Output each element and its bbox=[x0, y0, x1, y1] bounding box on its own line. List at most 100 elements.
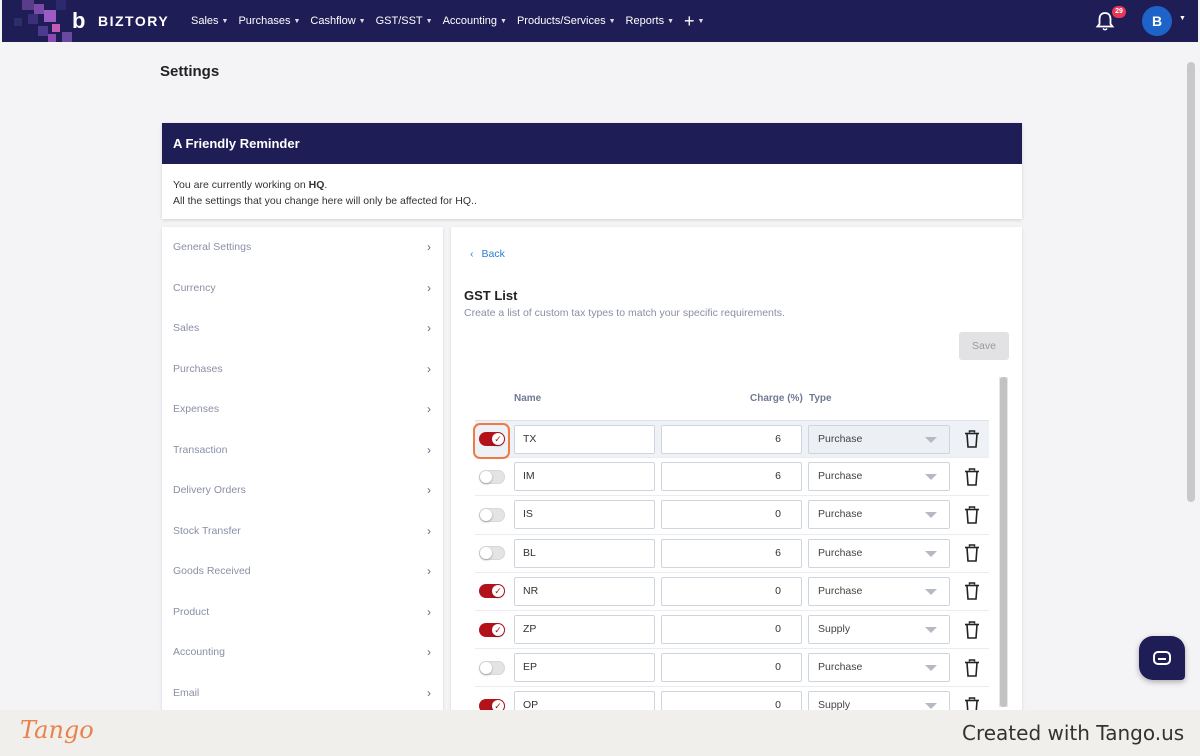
enabled-toggle[interactable] bbox=[479, 469, 505, 484]
dropdown-arrow-icon bbox=[925, 703, 937, 710]
sidebar-item-label: Stock Transfer bbox=[173, 524, 241, 537]
sidebar-item-product[interactable]: Product › bbox=[162, 592, 443, 633]
sidebar-item-general-settings[interactable]: General Settings › bbox=[162, 227, 443, 268]
nav-item-cashflow[interactable]: Cashflow ▼ bbox=[310, 15, 365, 27]
charge-input[interactable]: 6 bbox=[661, 424, 802, 454]
trash-icon[interactable] bbox=[964, 658, 980, 677]
sidebar-item-sales[interactable]: Sales › bbox=[162, 308, 443, 349]
sidebar-item-label: Expenses bbox=[173, 403, 220, 416]
tax-name-input[interactable]: TX bbox=[514, 424, 655, 454]
type-select[interactable]: Purchase bbox=[808, 653, 950, 683]
sidebar-item-transaction[interactable]: Transaction › bbox=[162, 430, 443, 471]
nav-item-gst-sst[interactable]: GST/SST ▼ bbox=[376, 15, 433, 27]
reminder-line-2: All the settings that you change here wi… bbox=[173, 195, 477, 207]
sidebar-item-stock-transfer[interactable]: Stock Transfer › bbox=[162, 511, 443, 552]
chevron-right-icon: › bbox=[427, 685, 431, 700]
enabled-toggle[interactable] bbox=[479, 660, 505, 675]
nav-label: Accounting bbox=[442, 15, 498, 27]
chat-icon bbox=[1153, 651, 1171, 665]
type-select-value: Supply bbox=[818, 623, 851, 636]
nav-item-reports[interactable]: Reports ▼ bbox=[626, 15, 674, 27]
enabled-toggle[interactable] bbox=[479, 546, 505, 561]
trash-icon[interactable] bbox=[964, 506, 980, 524]
sidebar-item-label: Goods Received bbox=[173, 565, 251, 578]
tango-logo: Tango bbox=[20, 716, 94, 744]
sidebar-item-email[interactable]: Email › bbox=[162, 673, 443, 714]
sidebar-item-accounting[interactable]: Accounting › bbox=[162, 632, 443, 673]
enabled-toggle[interactable]: ✓ bbox=[479, 622, 505, 637]
reminder-body: You are currently working on HQ. All the… bbox=[162, 164, 1022, 222]
nav-item-sales[interactable]: Sales ▼ bbox=[191, 15, 228, 27]
section-title: GST List bbox=[464, 288, 518, 303]
charge-input[interactable]: 0 bbox=[661, 576, 802, 606]
type-select-value: Purchase bbox=[818, 546, 863, 559]
brand-name: BIZTORY bbox=[98, 13, 170, 29]
chevron-right-icon: › bbox=[427, 240, 431, 255]
sidebar-item-label: Accounting bbox=[173, 646, 225, 659]
charge-input[interactable]: 0 bbox=[661, 653, 802, 683]
nav-item-accounting[interactable]: Accounting ▼ bbox=[443, 15, 507, 27]
dropdown-arrow-icon bbox=[925, 512, 937, 519]
chat-button[interactable] bbox=[1139, 636, 1185, 680]
quick-add-button[interactable]: + ▼ bbox=[684, 12, 704, 30]
trash-icon[interactable] bbox=[964, 582, 980, 601]
trash-icon[interactable] bbox=[964, 430, 980, 448]
top-navbar: b BIZTORY Sales ▼ Purchases ▼ Cashflow ▼ GS… bbox=[2, 0, 1198, 42]
back-link[interactable]: ‹ Back bbox=[470, 248, 505, 260]
created-with-text: Created with Tango.us bbox=[962, 721, 1185, 745]
sidebar-item-label: Currency bbox=[173, 281, 216, 294]
nav-label: GST/SST bbox=[375, 15, 423, 27]
type-select-value: Purchase bbox=[818, 508, 863, 521]
sidebar-item-expenses[interactable]: Expenses › bbox=[162, 389, 443, 430]
tax-name-input[interactable]: BL bbox=[514, 538, 655, 568]
nav-label: Reports bbox=[625, 15, 665, 27]
type-select-value: Purchase bbox=[818, 584, 863, 597]
nav-item-purchases[interactable]: Purchases ▼ bbox=[238, 15, 300, 27]
nav-item-products-services[interactable]: Products/Services ▼ bbox=[517, 15, 616, 27]
type-select[interactable]: Purchase bbox=[808, 462, 950, 492]
toggle-knob bbox=[480, 661, 492, 674]
tax-name-input[interactable]: EP bbox=[514, 653, 655, 683]
charge-input[interactable]: 6 bbox=[661, 538, 802, 568]
type-select[interactable]: Purchase bbox=[808, 576, 950, 606]
table-row: BL 6 Purchase bbox=[475, 535, 989, 573]
table-row: IS 0 Purchase bbox=[475, 496, 989, 535]
sidebar-item-delivery-orders[interactable]: Delivery Orders › bbox=[162, 470, 443, 511]
tax-name-input[interactable]: IM bbox=[514, 462, 655, 492]
chevron-right-icon: › bbox=[427, 402, 431, 417]
chevron-right-icon: › bbox=[427, 483, 431, 498]
type-select[interactable]: Purchase bbox=[808, 500, 950, 530]
click-highlight bbox=[473, 423, 510, 459]
tax-name-input[interactable]: NR bbox=[514, 576, 655, 606]
type-select-value: Purchase bbox=[818, 470, 863, 483]
tax-name-input[interactable]: ZP bbox=[514, 615, 655, 645]
enabled-toggle[interactable] bbox=[479, 507, 505, 522]
charge-input[interactable]: 0 bbox=[661, 615, 802, 645]
charge-input[interactable]: 0 bbox=[661, 500, 802, 530]
page-scrollbar[interactable] bbox=[1187, 62, 1195, 502]
trash-icon[interactable] bbox=[964, 544, 980, 562]
reminder-card: A Friendly Reminder You are currently wo… bbox=[162, 123, 1022, 219]
column-header-type: Type bbox=[809, 393, 832, 404]
chevron-right-icon: › bbox=[427, 321, 431, 336]
table-scrollbar-thumb[interactable] bbox=[1000, 377, 1007, 707]
chevron-down-icon[interactable]: ▼ bbox=[1179, 15, 1186, 22]
type-select[interactable]: Supply bbox=[808, 615, 950, 645]
enabled-toggle[interactable]: ✓ bbox=[479, 584, 505, 599]
type-select[interactable]: Purchase bbox=[808, 538, 950, 568]
tax-name-input[interactable]: IS bbox=[514, 500, 655, 530]
table-row: ✓ TX 6 Purchase bbox=[473, 420, 989, 459]
sidebar-item-purchases[interactable]: Purchases › bbox=[162, 349, 443, 390]
trash-icon[interactable] bbox=[964, 620, 980, 639]
type-select[interactable]: Purchase bbox=[808, 424, 950, 454]
nav-label: Cashflow bbox=[310, 15, 356, 27]
trash-icon[interactable] bbox=[964, 468, 980, 486]
charge-input[interactable]: 6 bbox=[661, 462, 802, 492]
sidebar-item-goods-received[interactable]: Goods Received › bbox=[162, 551, 443, 592]
brand-logo[interactable]: b bbox=[2, 0, 98, 42]
avatar[interactable]: B bbox=[1142, 6, 1172, 36]
table-row: EP 0 Purchase bbox=[475, 649, 989, 688]
branch-name: HQ bbox=[308, 179, 325, 191]
sidebar-item-currency[interactable]: Currency › bbox=[162, 268, 443, 309]
save-button[interactable]: Save bbox=[959, 332, 1009, 360]
